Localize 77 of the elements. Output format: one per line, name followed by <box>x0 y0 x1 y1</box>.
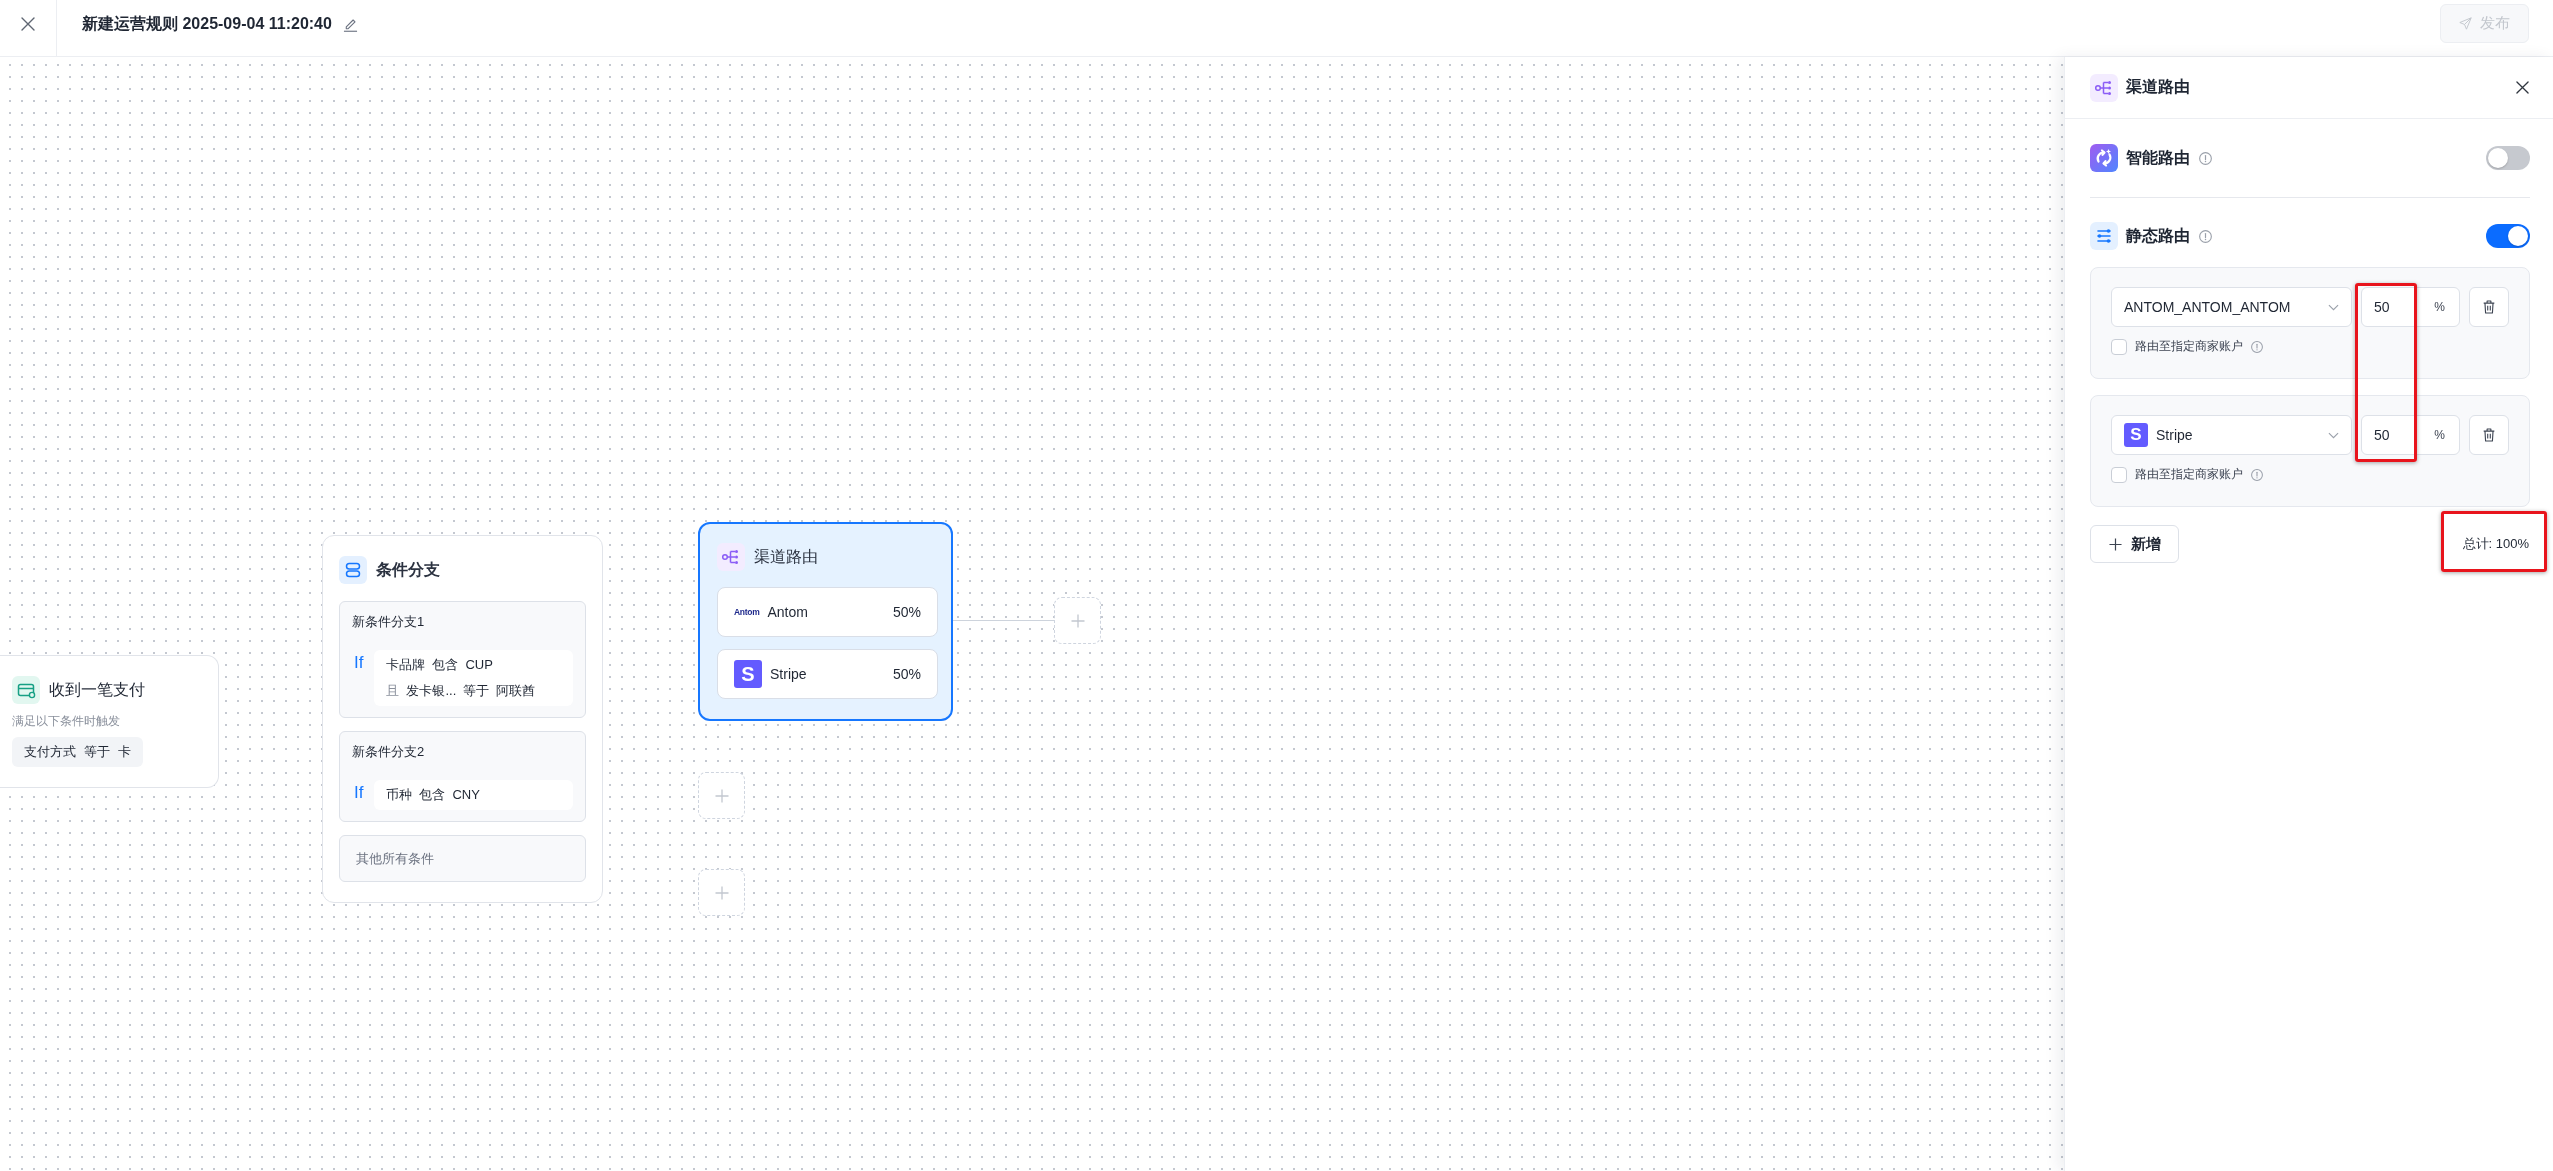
section-title: 静态路由 <box>2126 225 2190 246</box>
exclamation-circle-icon[interactable] <box>2199 229 2212 243</box>
branch-card[interactable]: 新条件分支2 If 币种 包含 CNY <box>339 731 586 822</box>
checkbox-label: 路由至指定商家账户 <box>2135 466 2243 483</box>
trash-icon <box>2483 428 2495 442</box>
letter-logo: S <box>2124 423 2148 447</box>
routing-node[interactable]: 渠道路由 Antom Antom 50% S Stripe 50% <box>698 522 953 721</box>
exclamation-circle-icon[interactable] <box>2251 340 2263 353</box>
plus-icon <box>714 885 729 900</box>
branch-label: 新条件分支2 <box>352 743 426 761</box>
checkbox[interactable] <box>2111 338 2127 355</box>
channel-share: 50% <box>892 604 921 620</box>
condition-node[interactable]: 条件分支 新条件分支1 If 卡品牌 包含 CUP 且 发卡银... 等于 阿联酋 新条件分支2 If 币种 包含 CNY 其他所有条件 <box>322 535 603 903</box>
channel-name: Stripe <box>770 666 807 682</box>
add-node-button[interactable] <box>698 869 745 916</box>
circular-arrows-icon <box>2090 144 2118 172</box>
condition-value: CNY <box>452 786 480 804</box>
panel-title: 渠道路由 <box>2126 77 2190 97</box>
plus-icon <box>714 788 729 803</box>
condition-operator: 包含 <box>419 786 446 804</box>
condition-value: 阿联酋 <box>496 682 536 700</box>
exclamation-circle-icon[interactable] <box>2199 151 2212 165</box>
add-node-button[interactable] <box>1054 597 1101 644</box>
toggle-switch[interactable] <box>2486 146 2530 170</box>
percent-input[interactable]: 50 % <box>2361 287 2460 327</box>
close-icon <box>2515 81 2529 94</box>
condition-operator: 包含 <box>432 656 459 674</box>
pencil-icon[interactable] <box>342 16 358 32</box>
wordmark-logo: Antom <box>734 607 760 617</box>
trigger-node[interactable]: 收到一笔支付 满足以下条件时触发 支付方式 等于 卡 <box>0 655 219 788</box>
channel-share: 50% <box>892 666 921 682</box>
delete-button[interactable] <box>2469 415 2509 455</box>
plus-icon <box>2108 537 2122 551</box>
stacked-bars-icon <box>339 556 367 584</box>
node-title: 条件分支 <box>376 559 440 580</box>
fallback-branch[interactable]: 其他所有条件 <box>339 835 586 882</box>
condition-value: CUP <box>465 656 493 674</box>
branch-card[interactable]: 新条件分支1 If 卡品牌 包含 CUP 且 发卡银... 等于 阿联酋 <box>339 601 586 718</box>
condition-value: 卡 <box>118 743 131 761</box>
total-text: 总计: 100% <box>2462 535 2530 553</box>
add-node-button[interactable] <box>698 772 745 819</box>
channel-select[interactable]: ANTOM_ANTOM_ANTOM <box>2111 287 2352 327</box>
credit-card-icon <box>12 676 40 704</box>
chevron-down-icon <box>2328 303 2339 311</box>
condition-field: 发卡银... <box>406 678 457 704</box>
condition-field: 支付方式 <box>24 743 76 761</box>
close-icon <box>21 17 35 31</box>
condition-conjunction: 且 <box>386 682 400 700</box>
letter-logo: S <box>734 660 762 688</box>
condition-field: 币种 <box>386 782 413 808</box>
chevron-down-icon <box>2328 431 2339 439</box>
if-keyword: If <box>353 782 364 804</box>
plus-icon <box>1070 613 1085 628</box>
exclamation-circle-icon[interactable] <box>2251 468 2263 481</box>
trash-icon <box>2483 300 2495 314</box>
page-title: 新建运营规则 2025-09-04 11:20:40 <box>82 13 332 34</box>
node-title: 收到一笔支付 <box>49 679 145 700</box>
condition-field: 卡品牌 <box>386 652 426 678</box>
channel-name: Antom <box>767 604 808 620</box>
branch-label: 新条件分支1 <box>352 613 426 631</box>
checkbox-label: 路由至指定商家账户 <box>2135 338 2243 355</box>
percent-input[interactable]: 50 % <box>2361 415 2460 455</box>
node-subtitle: 满足以下条件时触发 <box>12 713 121 729</box>
branch-icon <box>2090 73 2118 102</box>
add-button[interactable]: 新增 <box>2090 525 2179 563</box>
toggle-switch[interactable] <box>2486 224 2530 248</box>
node-title: 渠道路由 <box>754 546 818 567</box>
channel-select[interactable]: S Stripe <box>2111 415 2352 455</box>
checkbox[interactable] <box>2111 466 2127 483</box>
section-title: 智能路由 <box>2126 147 2190 168</box>
paper-plane-icon <box>2459 17 2472 30</box>
condition-operator: 等于 <box>463 682 490 700</box>
if-keyword: If <box>353 652 364 674</box>
sliders-icon <box>2090 222 2118 250</box>
branch-icon <box>717 543 745 571</box>
condition-operator: 等于 <box>84 743 110 761</box>
delete-button[interactable] <box>2469 287 2509 327</box>
